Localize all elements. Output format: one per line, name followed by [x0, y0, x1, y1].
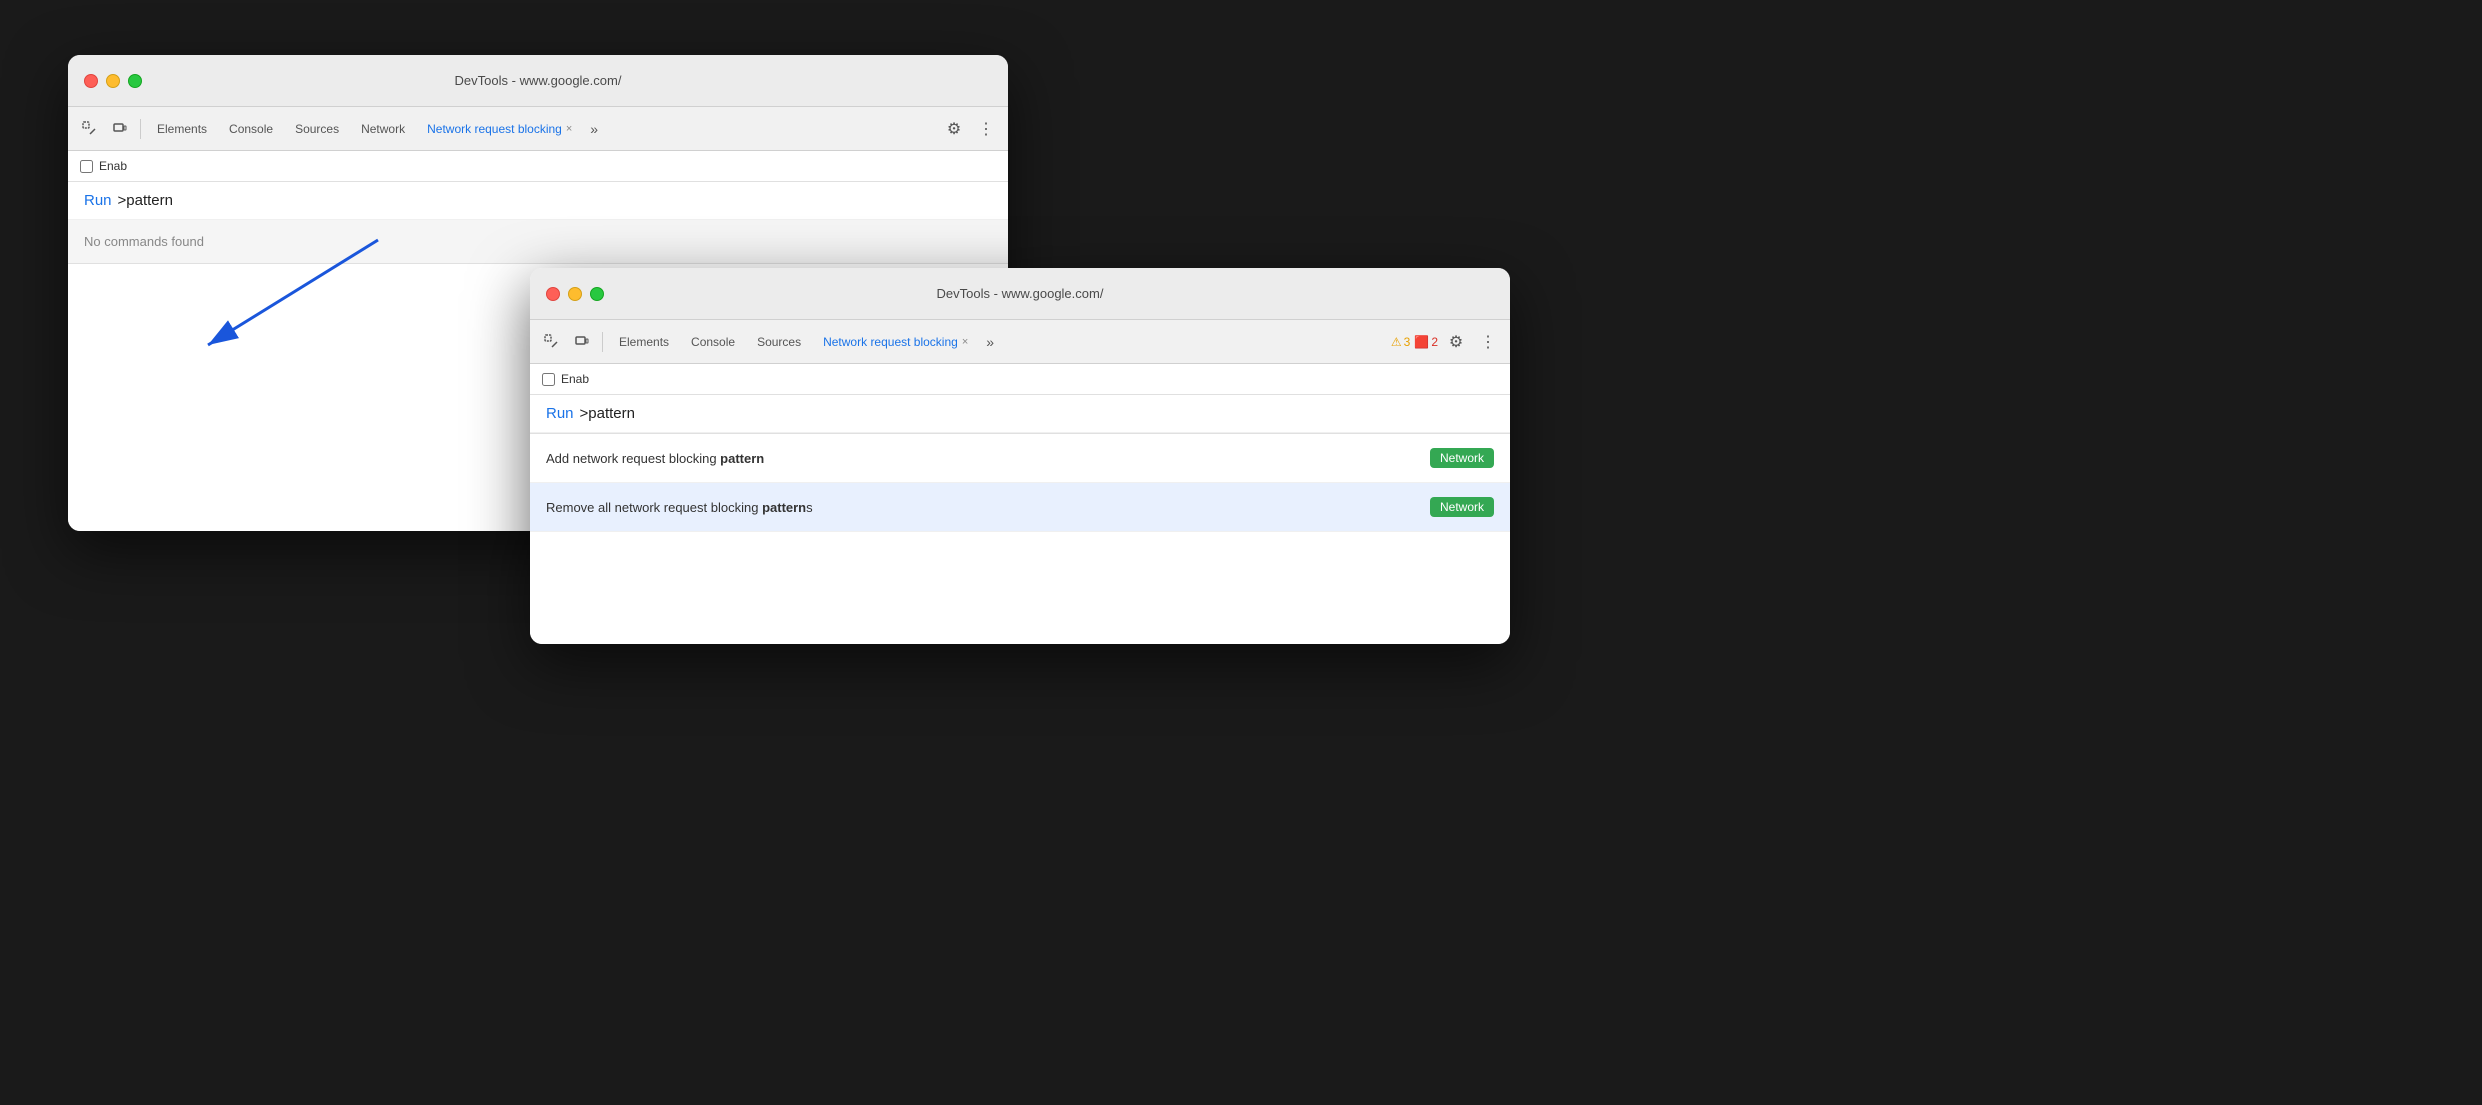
result-text-1: Add network request blocking pattern: [546, 451, 764, 466]
devtools-body-2: Enab Run >pattern Add network request bl…: [530, 364, 1510, 644]
toolbar-right-2: ⚠ 3 🟥 2 ⚙ ⋮: [1391, 328, 1502, 356]
device-icon-2[interactable]: [568, 328, 596, 356]
run-label-1: Run: [84, 192, 112, 209]
result-item-2[interactable]: Remove all network request blocking patt…: [530, 483, 1510, 532]
warning-badge: ⚠ 3: [1391, 335, 1410, 349]
close-button-1[interactable]: [84, 74, 98, 88]
toolbar-right-1: ⚙ ⋮: [940, 115, 1000, 143]
result-item-1[interactable]: Add network request blocking pattern Net…: [530, 434, 1510, 483]
devtools-window-2: DevTools - www.google.com/ Elements Cons…: [530, 268, 1510, 644]
devtools-toolbar-2: Elements Console Sources Network request…: [530, 320, 1510, 364]
tab-network-request-blocking-2[interactable]: Network request blocking ×: [813, 328, 978, 356]
command-input-text-2[interactable]: >pattern: [580, 405, 635, 422]
maximize-button-2[interactable]: [590, 287, 604, 301]
tab-sources-2[interactable]: Sources: [747, 328, 811, 356]
tab-close-icon-1[interactable]: ×: [566, 123, 572, 135]
result-badge-1[interactable]: Network: [1430, 448, 1494, 468]
tab-elements-1[interactable]: Elements: [147, 115, 217, 143]
traffic-lights-1: [84, 74, 142, 88]
tab-elements-2[interactable]: Elements: [609, 328, 679, 356]
more-menu-icon-1[interactable]: ⋮: [972, 115, 1000, 143]
result-badge-2[interactable]: Network: [1430, 497, 1494, 517]
enable-label-2: Enab: [561, 372, 589, 386]
command-input-text-1[interactable]: >pattern: [118, 192, 173, 209]
selector-icon-2[interactable]: [538, 328, 566, 356]
traffic-lights-2: [546, 287, 604, 301]
gear-icon-2[interactable]: ⚙: [1442, 328, 1470, 356]
error-badge: 🟥 2: [1414, 335, 1438, 349]
enable-checkbox-2[interactable]: [542, 373, 555, 386]
no-results-message-1: No commands found: [68, 220, 1008, 263]
more-menu-icon-2[interactable]: ⋮: [1474, 328, 1502, 356]
enable-checkbox-1[interactable]: [80, 160, 93, 173]
toolbar-separator-1: [140, 119, 141, 139]
gear-icon-1[interactable]: ⚙: [940, 115, 968, 143]
run-label-2: Run: [546, 405, 574, 422]
maximize-button-1[interactable]: [128, 74, 142, 88]
minimize-button-1[interactable]: [106, 74, 120, 88]
enable-checkbox-row-1: Enab: [68, 151, 1008, 182]
tab-console-2[interactable]: Console: [681, 328, 745, 356]
device-icon[interactable]: [106, 115, 134, 143]
close-button-2[interactable]: [546, 287, 560, 301]
error-icon: 🟥: [1414, 335, 1429, 349]
tab-close-icon-2[interactable]: ×: [962, 336, 968, 348]
titlebar-1: DevTools - www.google.com/: [68, 55, 1008, 107]
tab-console-1[interactable]: Console: [219, 115, 283, 143]
devtools-toolbar-1: Elements Console Sources Network Network…: [68, 107, 1008, 151]
command-palette-2: Run >pattern: [530, 395, 1510, 434]
result-text-2: Remove all network request blocking patt…: [546, 500, 813, 515]
tab-sources-1[interactable]: Sources: [285, 115, 349, 143]
command-palette-1: Run >pattern No commands found: [68, 182, 1008, 264]
enable-label-1: Enab: [99, 159, 127, 173]
more-tabs-button-2[interactable]: »: [980, 332, 1000, 352]
tab-network-1[interactable]: Network: [351, 115, 415, 143]
selector-icon[interactable]: [76, 115, 104, 143]
enable-checkbox-row-2: Enab: [530, 364, 1510, 395]
tab-network-request-blocking-1[interactable]: Network request blocking ×: [417, 115, 582, 143]
warning-count: 3: [1404, 335, 1411, 349]
command-results: Add network request blocking pattern Net…: [530, 434, 1510, 532]
more-tabs-button-1[interactable]: »: [584, 119, 604, 139]
error-count: 2: [1431, 335, 1438, 349]
command-input-row-2: Run >pattern: [530, 395, 1510, 433]
window-title-1: DevTools - www.google.com/: [455, 73, 622, 88]
minimize-button-2[interactable]: [568, 287, 582, 301]
warning-icon: ⚠: [1391, 335, 1402, 349]
command-input-row-1: Run >pattern: [68, 182, 1008, 220]
window-title-2: DevTools - www.google.com/: [937, 286, 1104, 301]
toolbar-separator-2: [602, 332, 603, 352]
titlebar-2: DevTools - www.google.com/: [530, 268, 1510, 320]
